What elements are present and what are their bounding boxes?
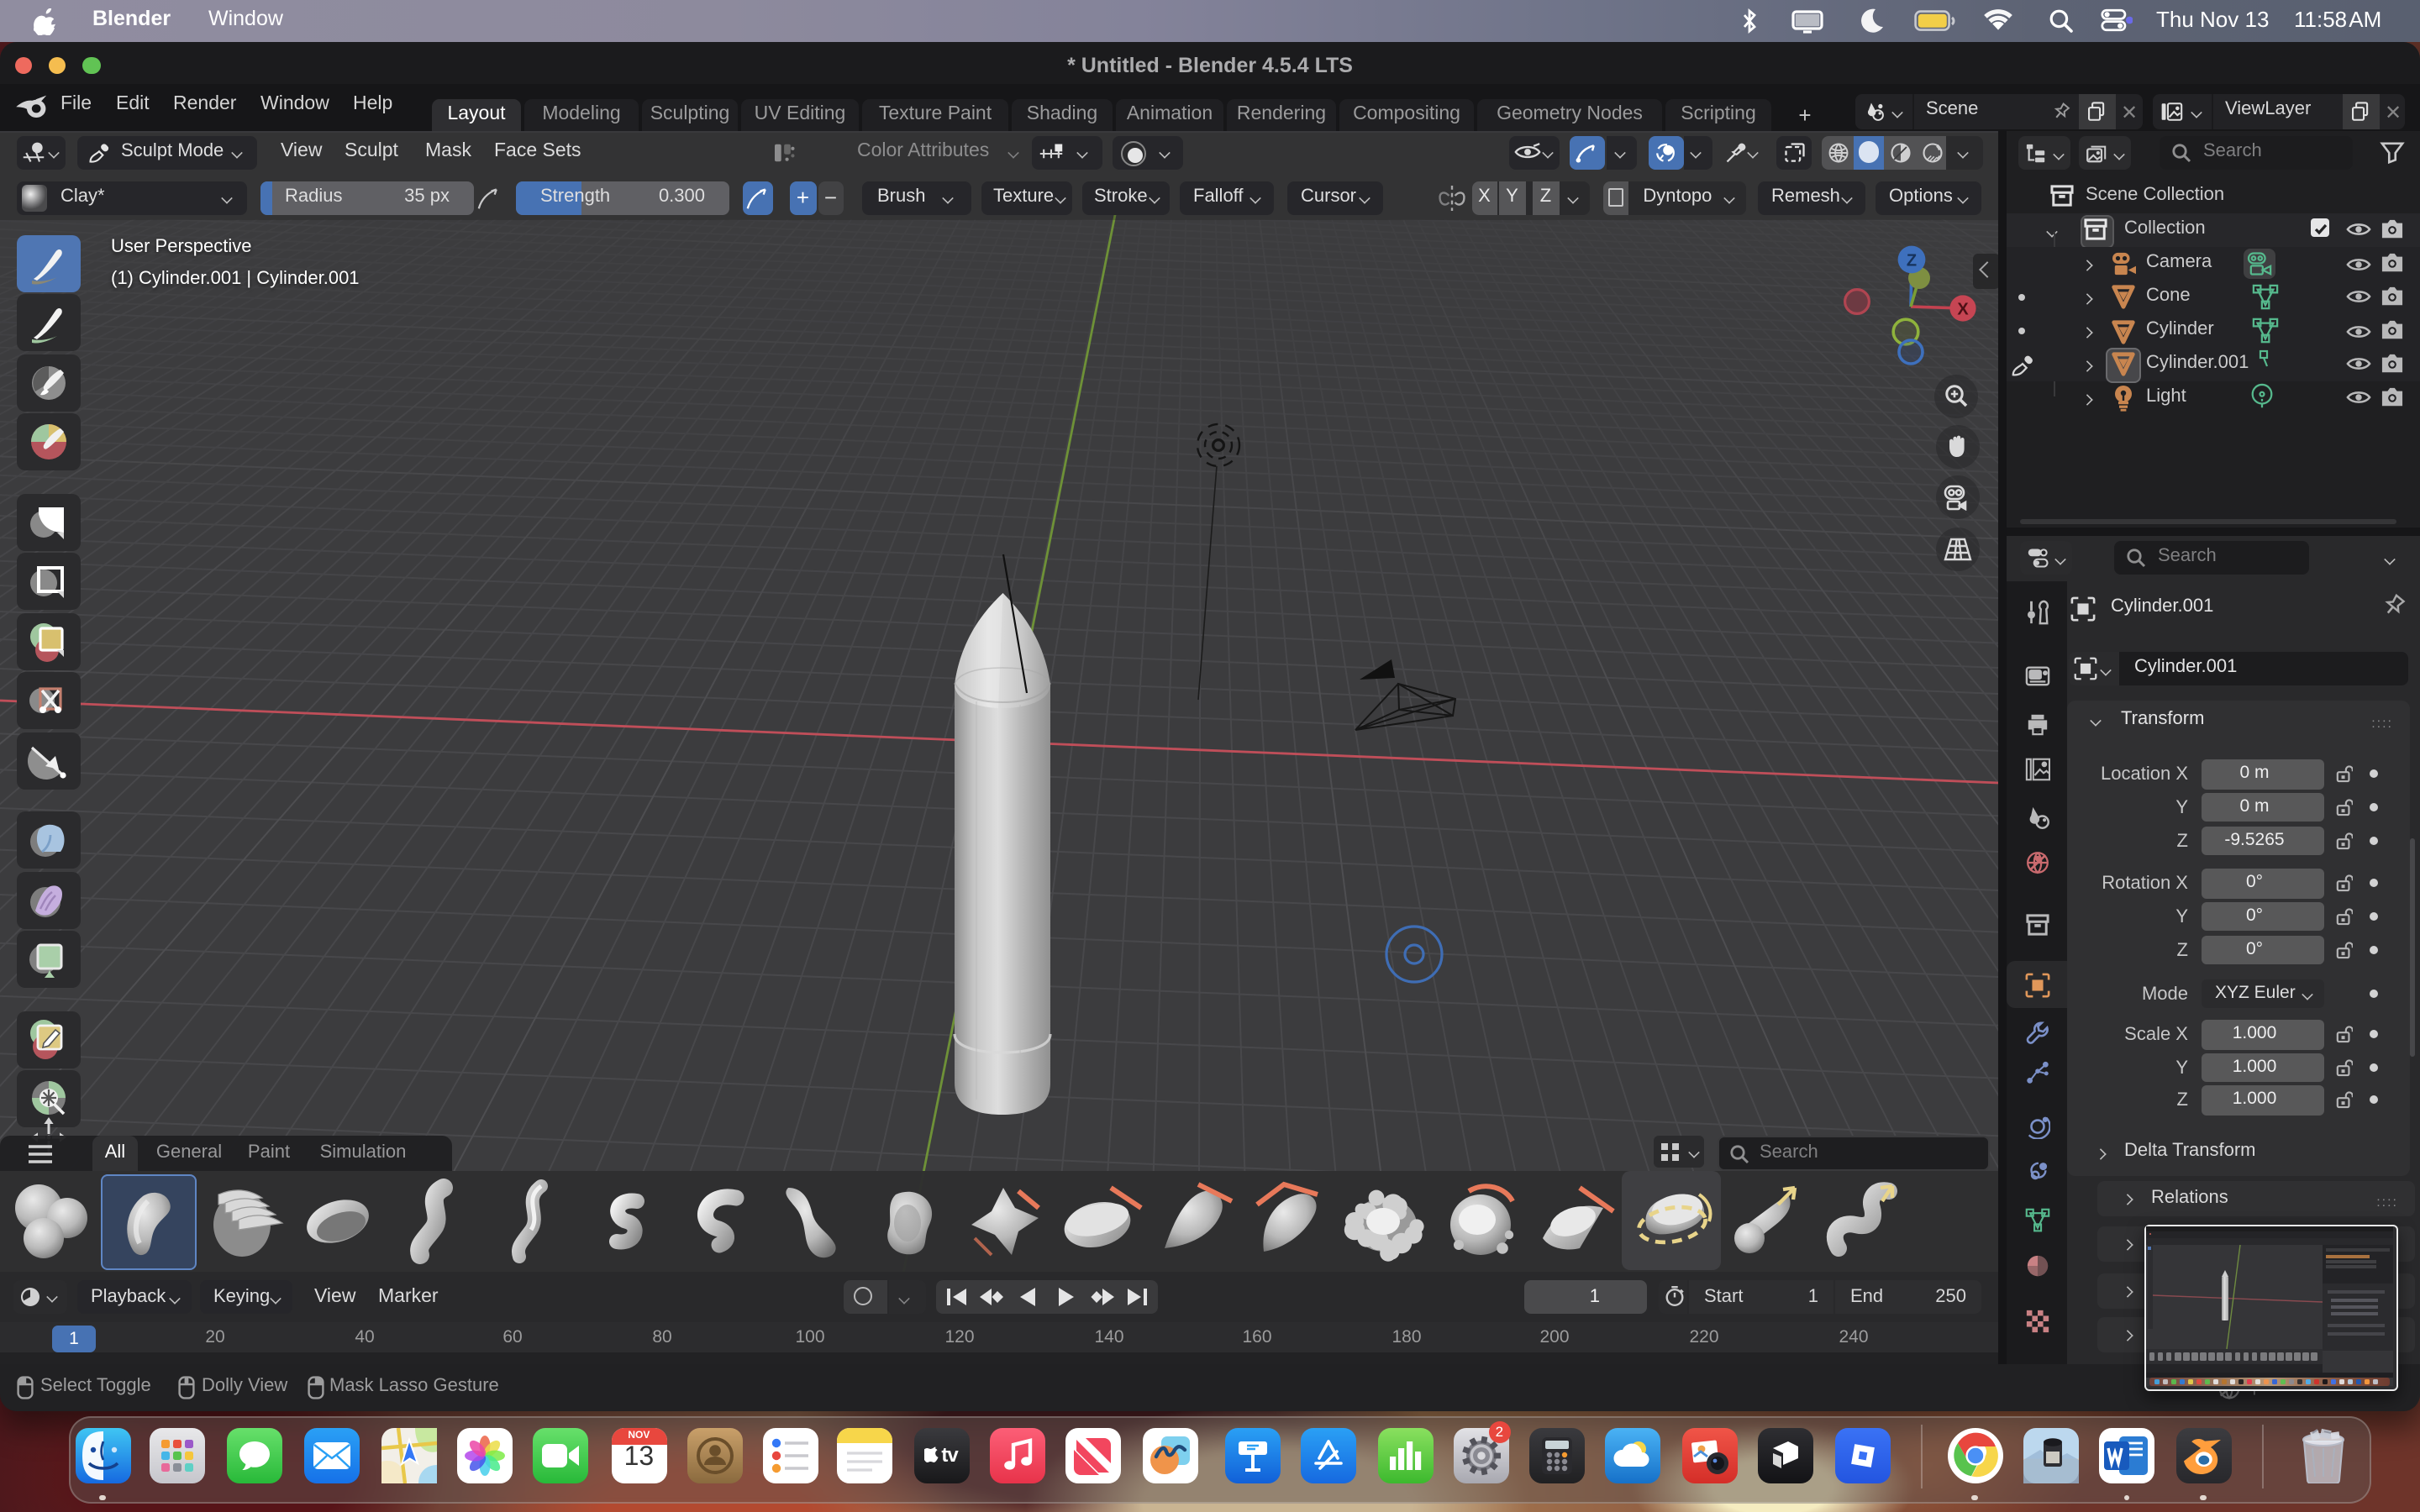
svg-text:Z: Z bbox=[1907, 251, 1917, 270]
svg-text:X: X bbox=[1957, 299, 1969, 318]
